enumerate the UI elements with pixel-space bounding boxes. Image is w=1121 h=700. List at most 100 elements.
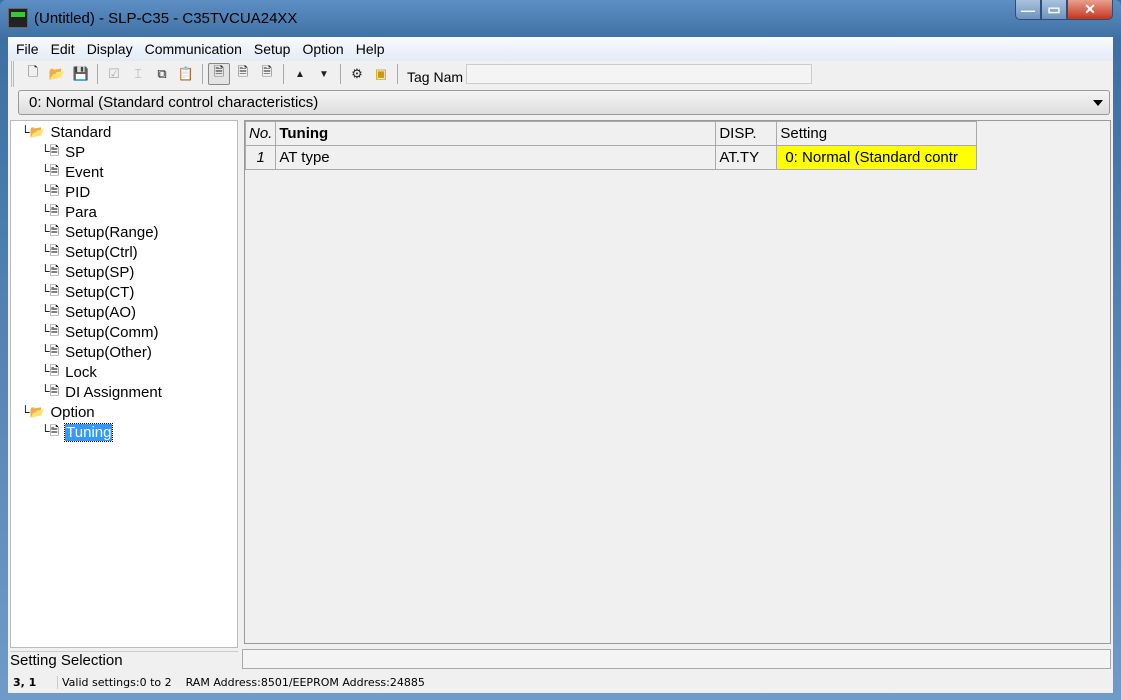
tree-item[interactable]: └🗎 Setup(SP) bbox=[41, 262, 134, 282]
document-icon: └🗎 bbox=[41, 263, 60, 278]
table-header: No. Tuning DISP. Setting bbox=[244, 121, 978, 146]
cell-no: 1 bbox=[244, 145, 277, 170]
tree-item[interactable]: └🗎 DI Assignment bbox=[41, 382, 162, 402]
upload-icon[interactable]: ▲ bbox=[289, 63, 311, 85]
view-document-2-icon[interactable]: 🗎 bbox=[232, 63, 254, 85]
tree-view: └📂 Standard └🗎 SP └🗎 Event └🗎 PID └🗎 Para └🗎 Setup(… bbox=[10, 120, 238, 648]
window-title: (Untitled) - SLP-C35 - C35TVCUA24XX bbox=[34, 9, 298, 27]
tree-item[interactable]: └🗎 Tuning bbox=[41, 422, 114, 442]
tree-item-label: Setup(AO) bbox=[65, 303, 137, 321]
copy-icon[interactable]: ⧉ bbox=[151, 63, 173, 85]
menu-edit[interactable]: Edit bbox=[45, 41, 81, 57]
document-icon: └🗎 bbox=[41, 323, 60, 338]
tree-item[interactable]: └🗎 Setup(CT) bbox=[41, 282, 134, 302]
header-disp: DISP. bbox=[715, 121, 778, 146]
tree-item-label: Standard bbox=[50, 123, 112, 141]
close-button[interactable]: ✕ bbox=[1067, 0, 1113, 20]
maximize-button[interactable]: ▭ bbox=[1041, 0, 1067, 20]
settings-grid: No. Tuning DISP. Setting 1 AT type AT.TY… bbox=[244, 120, 1111, 644]
open-folder-icon[interactable]: 📂 bbox=[46, 63, 68, 85]
document-icon: └🗎 bbox=[41, 203, 60, 218]
document-icon: └🗎 bbox=[41, 183, 60, 198]
tree-item[interactable]: └🗎 Setup(Comm) bbox=[41, 322, 159, 342]
table-row: 1 AT type AT.TY 0: Normal (Standard cont… bbox=[244, 145, 978, 170]
setting-combo[interactable]: 0: Normal (Standard control characterist… bbox=[18, 90, 1110, 115]
document-icon: └🗎 bbox=[41, 423, 60, 438]
tree-item-label: Lock bbox=[65, 363, 97, 381]
tree-item[interactable]: └🗎 PID bbox=[41, 182, 90, 202]
tag-name-label: Tag Nam bbox=[407, 69, 464, 85]
menu-help[interactable]: Help bbox=[350, 41, 391, 57]
tree-item-label: SP bbox=[65, 143, 86, 161]
tag-name-input[interactable] bbox=[466, 64, 813, 84]
tree-item-label: Setup(Other) bbox=[65, 343, 152, 361]
cell-disp: AT.TY bbox=[715, 145, 778, 170]
view-document-1-icon[interactable]: 🗎 bbox=[208, 63, 230, 85]
header-tuning: Tuning bbox=[275, 121, 717, 146]
panel-label: Setting Selection bbox=[10, 651, 238, 669]
cell-setting[interactable]: 0: Normal (Standard contr bbox=[776, 145, 978, 170]
app-icon bbox=[8, 8, 28, 28]
chevron-down-icon[interactable] bbox=[1093, 100, 1103, 106]
folder-icon[interactable]: ▣ bbox=[370, 63, 392, 85]
tree-item[interactable]: └🗎 Setup(Range) bbox=[41, 222, 159, 242]
save-icon[interactable]: 💾 bbox=[70, 63, 92, 85]
menu-setup[interactable]: Setup bbox=[248, 41, 297, 57]
document-icon: └🗎 bbox=[41, 163, 60, 178]
check-icon[interactable]: ☑ bbox=[103, 63, 125, 85]
menu-bar: File Edit Display Communication Setup Op… bbox=[8, 37, 1113, 61]
header-no: No. bbox=[244, 121, 277, 146]
app-window: (Untitled) - SLP-C35 - C35TVCUA24XX — ▭ … bbox=[0, 0, 1121, 700]
title-bar: (Untitled) - SLP-C35 - C35TVCUA24XX bbox=[8, 6, 297, 30]
properties-icon[interactable]: ⚙ bbox=[346, 63, 368, 85]
status-position: 3, 1 bbox=[8, 675, 58, 689]
document-icon: └🗎 bbox=[41, 343, 60, 358]
new-icon[interactable]: 🗋 bbox=[22, 63, 44, 85]
status-bar: 3, 1 Valid settings:0 to 2 RAM Address:8… bbox=[8, 671, 1113, 693]
header-setting: Setting bbox=[776, 121, 978, 146]
status-address: RAM Address:8501/EEPROM Address:24885 bbox=[185, 675, 425, 689]
document-icon: └🗎 bbox=[41, 283, 60, 298]
tree-item[interactable]: └🗎 Para bbox=[41, 202, 97, 222]
tree-item[interactable]: └🗎 Lock bbox=[41, 362, 97, 382]
tree-item[interactable]: └🗎 Setup(AO) bbox=[41, 302, 136, 322]
menu-communication[interactable]: Communication bbox=[139, 41, 248, 57]
range-icon[interactable]: ⌶ bbox=[127, 63, 149, 85]
cell-item[interactable]: AT type bbox=[275, 145, 717, 170]
status-valid: Valid settings:0 to 2 bbox=[62, 675, 172, 689]
menu-file[interactable]: File bbox=[10, 41, 45, 57]
tree-item-label: Tuning bbox=[64, 422, 114, 442]
tree-item[interactable]: └🗎 Event bbox=[41, 162, 104, 182]
tree-item[interactable]: └🗎 SP bbox=[41, 142, 85, 162]
tree-item-label: PID bbox=[65, 183, 91, 201]
document-icon: └🗎 bbox=[41, 143, 60, 158]
tree-item[interactable]: └🗎 Setup(Ctrl) bbox=[41, 242, 138, 262]
toolbar: 🗋 📂 💾 ☑ ⌶ ⧉ 📋 🗎 🗎 🗎 ▲ ▼ ⚙ ▣ Tag Nam bbox=[11, 61, 1113, 87]
minimize-button[interactable]: — bbox=[1015, 0, 1041, 20]
menu-display[interactable]: Display bbox=[81, 41, 139, 57]
tree-item-label: Option bbox=[50, 403, 95, 421]
tree-item-label: Setup(Ctrl) bbox=[65, 243, 138, 261]
document-icon: └🗎 bbox=[41, 223, 60, 238]
folder-open-icon: └📂 bbox=[21, 125, 45, 139]
view-document-3-icon[interactable]: 🗎 bbox=[256, 63, 278, 85]
tree-item-label: Setup(CT) bbox=[65, 283, 135, 301]
tree-item[interactable]: └🗎 Setup(Other) bbox=[41, 342, 152, 362]
tree-item-label: Setup(Comm) bbox=[65, 323, 159, 341]
document-icon: └🗎 bbox=[41, 383, 60, 398]
tree-item-label: Event bbox=[65, 163, 104, 181]
combo-value: 0: Normal (Standard control characterist… bbox=[29, 94, 319, 111]
tree-item-label: DI Assignment bbox=[65, 383, 162, 401]
download-icon[interactable]: ▼ bbox=[313, 63, 335, 85]
folder-open-icon: └📂 bbox=[21, 405, 45, 419]
document-icon: └🗎 bbox=[41, 243, 60, 258]
document-icon: └🗎 bbox=[41, 303, 60, 318]
menu-option[interactable]: Option bbox=[296, 41, 349, 57]
tree-item[interactable]: └📂 Standard bbox=[21, 122, 111, 142]
tree-item[interactable]: └📂 Option bbox=[21, 402, 95, 422]
tree-item-label: Setup(SP) bbox=[65, 263, 135, 281]
paste-icon[interactable]: 📋 bbox=[175, 63, 197, 85]
tree-item-label: Setup(Range) bbox=[65, 223, 159, 241]
tree-item-label: Para bbox=[65, 203, 97, 221]
description-box bbox=[242, 649, 1111, 669]
